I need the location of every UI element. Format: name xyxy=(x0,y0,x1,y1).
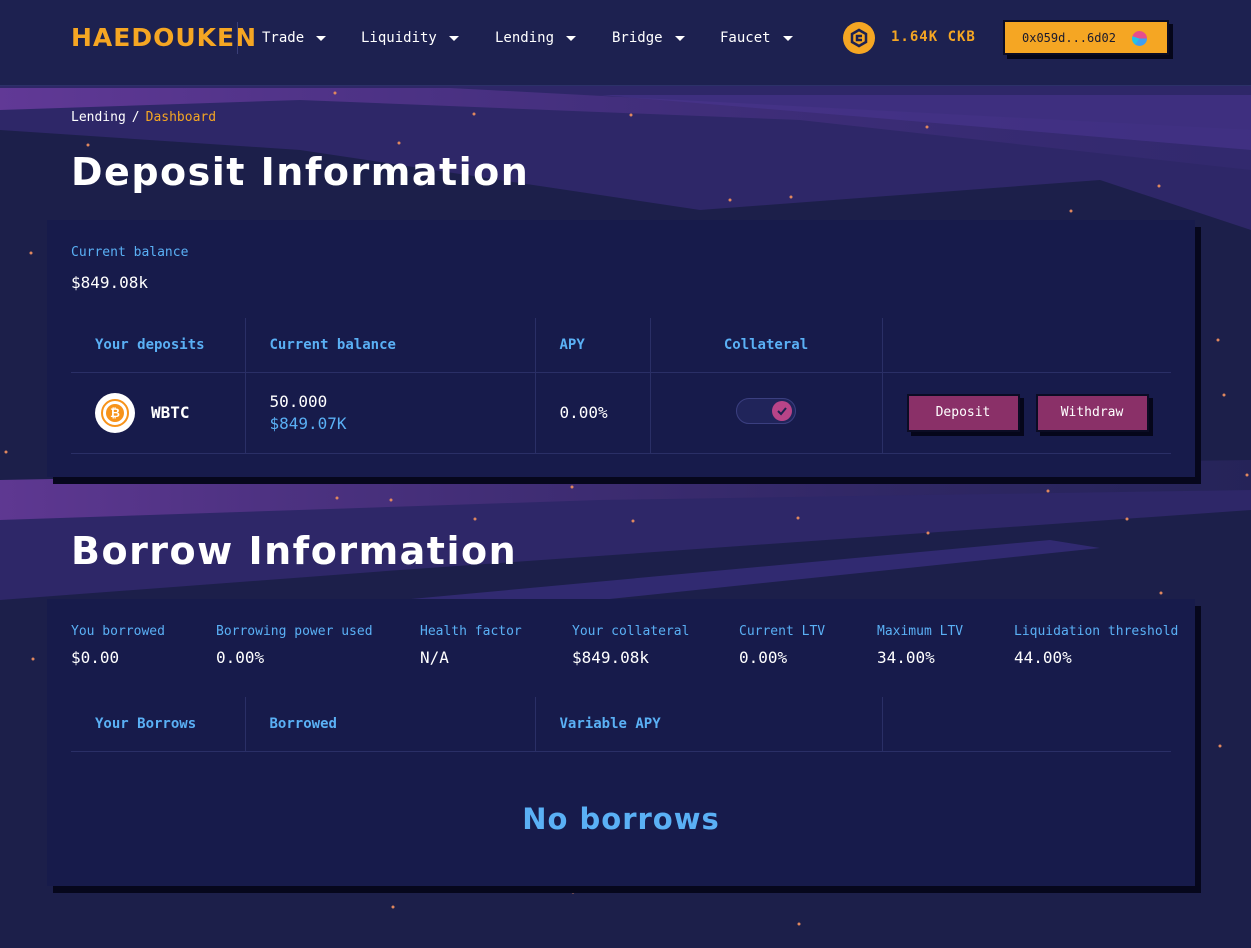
brand-logo[interactable]: HAEDOUKEN xyxy=(71,24,257,52)
stat-your-collateral: Your collateral $849.08k xyxy=(572,624,689,667)
stat-liquidation-threshold: Liquidation threshold 44.00% xyxy=(1014,624,1178,667)
stat-value: 0.00% xyxy=(739,648,788,667)
stat-you-borrowed: You borrowed $0.00 xyxy=(71,624,165,667)
stat-borrowing-power: Borrowing power used 0.00% xyxy=(216,624,373,667)
stat-label: You borrowed xyxy=(71,624,165,639)
caret-down-icon xyxy=(566,35,577,41)
wallet-avatar-icon xyxy=(1132,31,1147,46)
actions-cell: Deposit Withdraw xyxy=(881,372,1171,454)
nav-lending-label: Lending xyxy=(495,30,555,46)
deposit-title: Deposit Information xyxy=(71,150,530,194)
stat-label: Liquidation threshold xyxy=(1014,624,1179,639)
nav-bridge[interactable]: Bridge xyxy=(612,27,720,49)
apy-value: 0.00% xyxy=(534,372,650,454)
collateral-toggle[interactable] xyxy=(736,397,796,424)
stat-value: 34.00% xyxy=(877,648,935,667)
nav-faucet[interactable]: Faucet xyxy=(720,27,810,49)
col-your-borrows: Your Borrows xyxy=(71,697,245,752)
no-borrows-message: No borrows xyxy=(522,802,720,836)
deposit-amount-usd: $849.07K xyxy=(269,414,347,433)
breadcrumb-dashboard: Dashboard xyxy=(145,110,217,125)
caret-down-icon xyxy=(316,35,327,41)
ckb-token-icon xyxy=(843,22,875,54)
borrow-card: You borrowed $0.00 Borrowing power used … xyxy=(47,599,1195,886)
borrows-table: Your Borrows Borrowed Variable APY xyxy=(71,697,1171,752)
collateral-cell xyxy=(649,372,882,454)
nav-faucet-label: Faucet xyxy=(720,30,771,46)
stat-health-factor: Health factor N/A xyxy=(420,624,522,667)
current-balance-value: $849.08k xyxy=(71,273,149,292)
nav-lending[interactable]: Lending xyxy=(495,27,612,49)
wallet-address: 0x059d...6d02 xyxy=(1022,30,1116,45)
col-borrowed: Borrowed xyxy=(244,697,535,752)
col-apy: APY xyxy=(534,318,650,373)
col-current-balance: Current balance xyxy=(244,318,535,373)
breadcrumb-lending[interactable]: Lending xyxy=(71,110,126,125)
nav-liquidity[interactable]: Liquidity xyxy=(361,27,495,49)
deposits-table-header: Your deposits Current balance APY Collat… xyxy=(71,318,1171,373)
balance-cell: 50.000 $849.07K xyxy=(244,372,535,454)
stat-value: $849.08k xyxy=(572,648,650,667)
withdraw-button[interactable]: Withdraw xyxy=(1035,393,1149,432)
stat-value: 0.00% xyxy=(216,648,265,667)
top-header: HAEDOUKEN Trade Liquidity Lending Bridge… xyxy=(0,0,1251,86)
stat-label: Borrowing power used xyxy=(216,624,373,639)
header-divider xyxy=(237,22,238,54)
breadcrumb-separator: / xyxy=(131,110,140,125)
col-borrow-actions xyxy=(881,697,1171,752)
col-variable-apy: Variable APY xyxy=(534,697,882,752)
nav-trade[interactable]: Trade xyxy=(262,27,361,49)
stat-maximum-ltv: Maximum LTV 34.00% xyxy=(877,624,963,667)
nav-liquidity-label: Liquidity xyxy=(361,30,437,46)
stat-current-ltv: Current LTV 0.00% xyxy=(739,624,825,667)
breadcrumb: Lending / Dashboard xyxy=(71,110,216,125)
col-collateral: Collateral xyxy=(649,318,882,373)
wallet-button[interactable]: 0x059d...6d02 xyxy=(1003,20,1169,55)
stat-label: Health factor xyxy=(420,624,522,639)
nav-trade-label: Trade xyxy=(262,30,305,46)
asset-cell: ₿ WBTC xyxy=(71,372,245,454)
deposit-amount: 50.000 xyxy=(269,392,328,411)
main-nav: Trade Liquidity Lending Bridge Faucet xyxy=(262,27,810,49)
bitcoin-icon: ₿ xyxy=(95,392,135,433)
deposits-table: Your deposits Current balance APY Collat… xyxy=(71,318,1171,454)
borrow-title: Borrow Information xyxy=(71,529,518,573)
borrows-table-header: Your Borrows Borrowed Variable APY xyxy=(71,697,1171,752)
deposit-button[interactable]: Deposit xyxy=(906,393,1020,432)
stat-label: Current LTV xyxy=(739,624,826,639)
withdraw-button-wrap: Withdraw xyxy=(1035,393,1153,436)
table-row: ₿ WBTC 50.000 $849.07K 0.00% Deposit Wit… xyxy=(71,372,1171,454)
ckb-balance: 1.64K CKB xyxy=(891,29,976,45)
deposit-card: Current balance $849.08k Your deposits C… xyxy=(47,220,1195,477)
stat-label: Your collateral xyxy=(572,624,690,639)
stat-label: Maximum LTV xyxy=(877,624,964,639)
asset-name: WBTC xyxy=(151,403,190,422)
caret-down-icon xyxy=(782,35,793,41)
caret-down-icon xyxy=(674,35,685,41)
check-icon xyxy=(772,400,792,421)
stat-value: $0.00 xyxy=(71,648,120,667)
col-actions xyxy=(881,318,1171,373)
deposit-button-wrap: Deposit xyxy=(906,393,1024,436)
current-balance-label: Current balance xyxy=(71,245,189,260)
stat-value: 44.00% xyxy=(1014,648,1072,667)
col-your-deposits: Your deposits xyxy=(71,318,245,373)
nav-bridge-label: Bridge xyxy=(612,30,663,46)
caret-down-icon xyxy=(448,35,459,41)
stat-value: N/A xyxy=(420,648,449,667)
